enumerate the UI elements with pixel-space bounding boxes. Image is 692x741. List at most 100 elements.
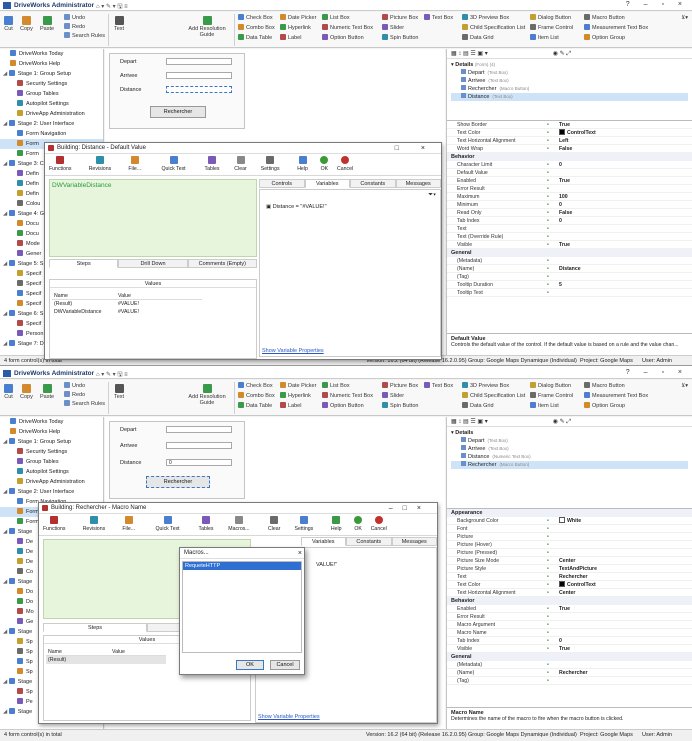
property-row-text-color[interactable]: Text Color • ControlText — [447, 581, 692, 589]
property-row-default-value[interactable]: Default Value • — [447, 169, 692, 177]
search-rules-button[interactable]: Search Rules — [64, 32, 105, 40]
property-row-text-color[interactable]: Text Color • ControlText — [447, 129, 692, 137]
3d-preview-box-control[interactable]: 3D Preview Box — [462, 382, 509, 390]
tree-item-depart[interactable]: Depart (Text Box) — [451, 437, 688, 445]
property-row-enabled[interactable]: Enabled • True — [447, 177, 692, 185]
revisions-button[interactable]: Revisions — [83, 516, 105, 532]
redo-button[interactable]: Redo — [64, 23, 85, 31]
macro-button-control[interactable]: Macro Button — [584, 382, 625, 390]
tree-root[interactable]: ▾ Details — [451, 429, 688, 437]
show-variable-properties-link[interactable]: Show Variable Properties — [262, 348, 324, 354]
quick-text-button[interactable]: Quick Text — [156, 516, 180, 532]
child-specification-list-control[interactable]: Child Specification List — [462, 392, 525, 400]
rule-editor[interactable]: DWVariableDistance — [49, 179, 257, 257]
nav-item-group-tables[interactable]: Group Tables — [0, 457, 103, 467]
macro-button-control[interactable]: Macro Button — [584, 14, 625, 22]
option-button-control[interactable]: Option Button — [322, 34, 364, 42]
quick-text-button[interactable]: Quick Text — [162, 156, 186, 172]
nav-item-stage-1-group-setup[interactable]: ◢ Stage 1: Group Setup — [0, 437, 103, 447]
text-box-control[interactable]: Text Box — [424, 382, 453, 390]
copy-button[interactable]: Copy — [20, 384, 33, 400]
numeric-text-box-control[interactable]: Numeric Text Box — [322, 24, 373, 32]
section-behavior[interactable]: Behavior — [447, 597, 692, 605]
property-row-text-horizontal-alignment[interactable]: Text Horizontal Alignment • Center — [447, 589, 692, 597]
macros-cancel-button[interactable]: Cancel — [270, 660, 300, 670]
expand-arrow-icon[interactable]: ◢ — [3, 709, 9, 715]
property-row-text[interactable]: Text • — [447, 225, 692, 233]
cut-button[interactable]: Cut — [4, 384, 13, 400]
tab-variables[interactable]: Variables — [304, 179, 350, 188]
spin-button-control[interactable]: Spin Button — [382, 34, 418, 42]
distance-text-box[interactable] — [166, 86, 232, 93]
child-specification-list-control[interactable]: Child Specification List — [462, 24, 525, 32]
combo-box-control[interactable]: Combo Box — [238, 392, 275, 400]
numeric-text-box-control[interactable]: Numeric Text Box — [322, 392, 373, 400]
expand-arrow-icon[interactable]: ◢ — [3, 211, 9, 217]
expand-arrow-icon[interactable]: ◢ — [3, 121, 9, 127]
quick-access-icon[interactable]: ⌂ ▾ ✎ ▾ 🖫 ≡ — [96, 2, 128, 12]
item-list-control[interactable]: Item List — [530, 34, 559, 42]
section-general[interactable]: General — [447, 249, 692, 257]
property-row-tooltip-text[interactable]: Tooltip Text • — [447, 289, 692, 297]
picture-box-control[interactable]: Picture Box — [382, 14, 418, 22]
property-row-name[interactable]: (Name) • Rechercher — [447, 669, 692, 677]
redo-button[interactable]: Redo — [64, 391, 85, 399]
data-table-control[interactable]: Data Table — [238, 34, 272, 42]
spin-button-control[interactable]: Spin Button — [382, 402, 418, 410]
dialog-window-controls[interactable]: –□× — [389, 503, 431, 514]
frame-control-control[interactable]: Frame Control — [530, 392, 573, 400]
option-group-control[interactable]: Option Group — [584, 34, 625, 42]
nav-item-stage-2-user-interface[interactable]: ◢ Stage 2: User Interface — [0, 119, 103, 129]
property-row-word-wrap[interactable]: Word Wrap • False — [447, 145, 692, 153]
data-table-control[interactable]: Data Table — [238, 402, 272, 410]
slider-control[interactable]: Slider — [382, 392, 404, 400]
property-row-tab-index[interactable]: Tab Index • 0 — [447, 217, 692, 225]
add-resolution-guide-button[interactable]: Add Resolution Guide — [186, 16, 228, 38]
tab-messages[interactable]: Messages — [391, 537, 437, 546]
text-button[interactable]: Text — [114, 384, 124, 400]
expand-arrow-icon[interactable]: ◢ — [3, 161, 9, 167]
label-control[interactable]: Label — [280, 402, 301, 410]
dialog-window-controls[interactable]: □ × — [395, 143, 435, 154]
settings-button[interactable]: Settings — [295, 516, 313, 532]
option-button-control[interactable]: Option Button — [322, 402, 364, 410]
property-row-visible[interactable]: Visible • True — [447, 241, 692, 249]
property-row-character-limit[interactable]: Character Limit • 0 — [447, 161, 692, 169]
undo-button[interactable]: Undo — [64, 14, 85, 22]
tab-constants[interactable]: Constants — [350, 179, 396, 188]
date-picker-control[interactable]: Date Picker — [280, 14, 316, 22]
ok-button[interactable]: OK — [354, 516, 363, 532]
tab-steps[interactable]: Steps — [49, 259, 119, 268]
nav-item-security-settings[interactable]: Security Settings — [0, 79, 103, 89]
arrivee-text-box[interactable] — [166, 442, 232, 449]
expand-arrow-icon[interactable]: ◢ — [3, 71, 9, 77]
combo-box-control[interactable]: Combo Box — [238, 24, 275, 32]
variable-item[interactable]: ▣ Distance = "#VALUE!" — [266, 204, 327, 210]
rechercher-button[interactable]: Rechercher — [146, 476, 210, 488]
tree-item-distance[interactable]: Distance (Numeric Text Box) — [451, 453, 688, 461]
depart-text-box[interactable] — [166, 58, 232, 65]
slider-control[interactable]: Slider — [382, 24, 404, 32]
properties-toolbar[interactable]: ▦ ↕ ▤ ☰ ▣ ▾ ◉ ✎ ⤢ — [447, 49, 692, 59]
macros-ok-button[interactable]: OK — [236, 660, 264, 670]
property-row-picture[interactable]: Picture • — [447, 533, 692, 541]
help-button[interactable]: Help — [331, 516, 342, 532]
check-box-control[interactable]: Check Box — [238, 382, 273, 390]
properties-toolbar[interactable]: ▦ ↕ ▤ ☰ ▣ ▾ ◉ ✎ ⤢ — [447, 417, 692, 427]
paste-button[interactable]: Paste — [40, 16, 54, 32]
property-row-text-horizontal-alignment[interactable]: Text Horizontal Alignment • Left — [447, 137, 692, 145]
undo-button[interactable]: Undo — [64, 382, 85, 390]
file-button[interactable]: File... — [122, 516, 135, 532]
tree-item-rechercher[interactable]: Rechercher (Macro Button) — [451, 461, 688, 469]
cancel-button[interactable]: Cancel — [337, 156, 353, 172]
property-row-visible[interactable]: Visible • True — [447, 645, 692, 653]
nav-item-driveworks-help[interactable]: DriveWorks Help — [0, 59, 103, 69]
file-button[interactable]: File... — [128, 156, 141, 172]
tab-comments-empty[interactable]: Comments (Empty) — [187, 259, 257, 268]
nav-item-security-settings[interactable]: Security Settings — [0, 447, 103, 457]
depart-text-box[interactable] — [166, 426, 232, 433]
tree-item-rechercher[interactable]: Rechercher (Macro Button) — [451, 85, 688, 93]
expand-arrow-icon[interactable]: ◢ — [3, 439, 9, 445]
arrivee-text-box[interactable] — [166, 72, 232, 79]
property-row-tag[interactable]: (Tag) • — [447, 273, 692, 281]
